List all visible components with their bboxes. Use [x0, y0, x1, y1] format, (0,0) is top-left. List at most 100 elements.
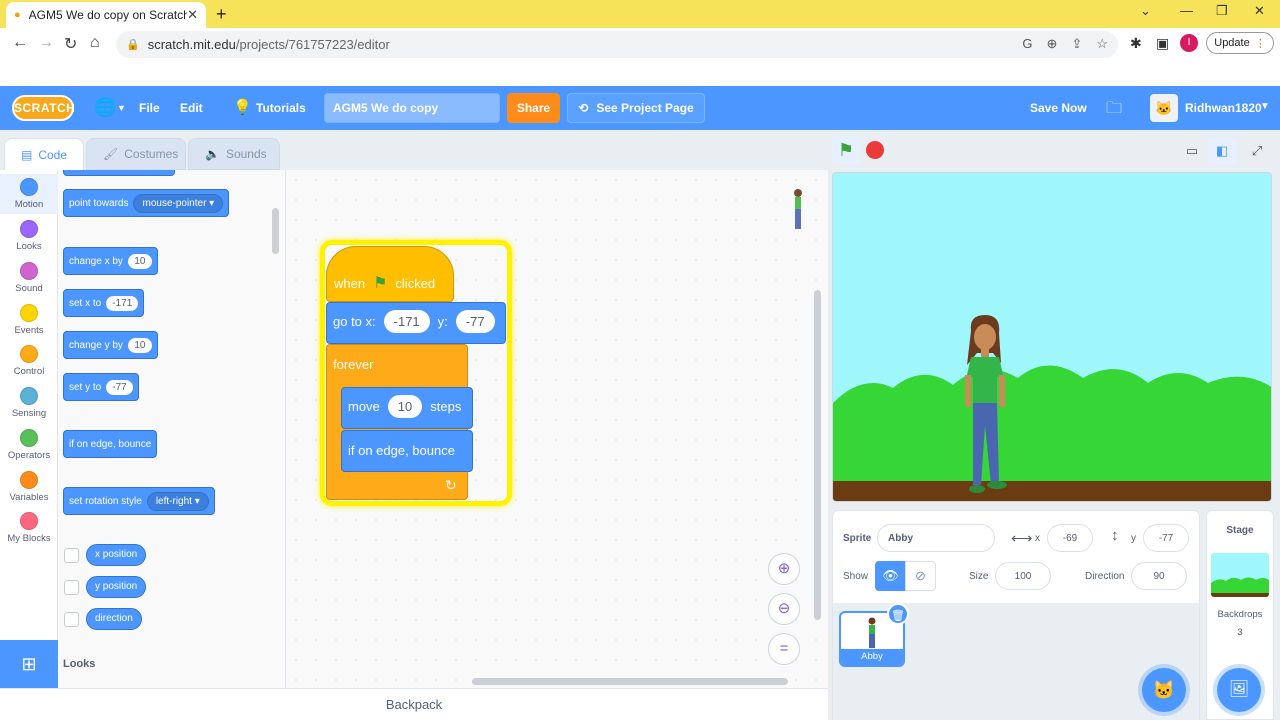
stage-thumbnail[interactable] — [1211, 553, 1269, 597]
stop-button[interactable] — [866, 141, 884, 159]
url-input[interactable]: 🔒 scratch.mit.edu/projects/761757223/edi… — [116, 31, 1118, 58]
category-events[interactable]: Events — [0, 304, 58, 336]
category-motion[interactable]: Motion — [0, 174, 58, 214]
edge-bounce-block[interactable]: if on edge, bounce — [63, 430, 158, 458]
tab-costumes[interactable]: 🖌 Costumes — [86, 138, 186, 170]
green-flag-button[interactable]: ⚑ — [832, 136, 860, 164]
rotation-style-dropdown[interactable]: left-right ▾ — [146, 491, 209, 511]
tab-sounds[interactable]: 🔈 Sounds — [188, 138, 280, 170]
if-on-edge-bounce-block[interactable]: if on edge, bounce — [341, 430, 473, 472]
rotation-style-block[interactable]: set rotation style left-right ▾ — [63, 487, 215, 515]
see-project-page-button[interactable]: ⟲ See Project Page — [567, 93, 705, 123]
change-y-block[interactable]: change y by 10 — [63, 331, 158, 359]
y-position-reporter[interactable]: y position — [86, 576, 147, 598]
username[interactable]: Ridhwan1820 — [1185, 101, 1262, 115]
go-to-xy-block[interactable]: go to x: -171 y: -77 — [326, 302, 506, 344]
x-position-reporter[interactable]: x position — [86, 544, 147, 566]
share-page-icon[interactable]: ⇪ — [1071, 36, 1082, 52]
goto-y-input[interactable]: -77 — [455, 310, 495, 333]
zoom-out-button[interactable]: ⊖ — [768, 593, 800, 625]
show-visible-icon[interactable]: 👁 — [875, 561, 906, 591]
sprite-size-input[interactable]: 100 — [995, 562, 1051, 590]
palette-block-partial[interactable] — [63, 170, 175, 176]
profile-avatar[interactable]: I — [1180, 34, 1198, 52]
zoom-reset-button[interactable]: = — [768, 633, 800, 665]
delete-sprite-icon[interactable]: 🗑 — [887, 603, 909, 625]
move-steps-input[interactable]: 10 — [387, 395, 423, 418]
back-icon[interactable]: ← — [12, 34, 28, 52]
sprite-x-input[interactable]: -69 — [1047, 524, 1093, 552]
point-towards-block[interactable]: point towards mouse-pointer ▾ — [63, 189, 230, 217]
palette-scrollbar[interactable] — [272, 208, 279, 254]
restore-icon[interactable]: ❐ — [1216, 3, 1228, 19]
small-stage-icon[interactable]: ▭ — [1178, 138, 1206, 164]
direction-reporter[interactable]: direction — [86, 608, 142, 630]
save-now-button[interactable]: Save Now — [1030, 101, 1087, 115]
stage-canvas[interactable] — [832, 172, 1272, 502]
add-backdrop-button[interactable]: 🖼 — [1217, 668, 1261, 712]
x-position-checkbox[interactable] — [64, 548, 79, 563]
set-x-input[interactable]: -171 — [106, 295, 139, 311]
category-my-blocks[interactable]: My Blocks — [0, 512, 58, 544]
change-y-input[interactable]: 10 — [127, 337, 152, 353]
close-window-icon[interactable]: ✕ — [1254, 3, 1265, 19]
forward-icon[interactable]: → — [38, 34, 54, 52]
category-sensing[interactable]: Sensing — [0, 387, 58, 419]
home-icon[interactable]: ⌂ — [90, 34, 100, 52]
browser-tab[interactable]: ● AGM5 We do copy on Scratch ✕ — [6, 2, 206, 28]
change-x-block[interactable]: change x by 10 — [63, 247, 158, 275]
minimize-icon[interactable]: — — [1180, 3, 1193, 18]
user-caret-icon[interactable]: ▼ — [1260, 101, 1270, 112]
update-button[interactable]: Update ⋮ — [1206, 32, 1274, 54]
sprite-name-input[interactable]: Abby — [877, 524, 995, 552]
user-avatar[interactable]: 🐱 — [1150, 94, 1178, 122]
direction-checkbox[interactable] — [64, 612, 79, 627]
script-vertical-scrollbar[interactable] — [814, 290, 821, 620]
sprite-direction-input[interactable]: 90 — [1131, 562, 1187, 590]
script-horizontal-scrollbar[interactable] — [472, 678, 788, 685]
move-steps-block[interactable]: move 10 steps — [341, 387, 473, 429]
new-tab-icon[interactable]: + — [216, 4, 227, 25]
side-panel-icon[interactable]: ▣ — [1156, 35, 1169, 52]
tab-search-icon[interactable]: ⌄ — [1140, 3, 1151, 19]
category-operators[interactable]: Operators — [0, 429, 58, 461]
category-sound[interactable]: Sound — [0, 262, 58, 294]
tutorials-button[interactable]: Tutorials — [256, 101, 306, 115]
set-y-input[interactable]: -77 — [106, 379, 133, 395]
tab-close-icon[interactable]: ✕ — [187, 7, 198, 23]
normal-stage-icon[interactable]: ◧ — [1208, 138, 1236, 164]
goto-x-input[interactable]: -171 — [383, 310, 430, 333]
forever-block[interactable]: forever move 10 steps if on edge, bounce… — [326, 344, 473, 500]
my-stuff-folder-icon[interactable]: 🗀 — [1106, 97, 1122, 124]
y-position-checkbox[interactable] — [64, 580, 79, 595]
zoom-icon[interactable]: ⊕ — [1047, 36, 1058, 52]
zoom-in-button[interactable]: ⊕ — [768, 553, 800, 585]
set-y-block[interactable]: set y to -77 — [63, 373, 139, 401]
tab-code[interactable]: ▤ Code — [4, 138, 84, 170]
category-control[interactable]: Control — [0, 345, 58, 377]
show-hidden-icon[interactable]: ⊘ — [905, 561, 936, 591]
google-icon[interactable]: G — [1022, 36, 1032, 52]
bookmark-star-icon[interactable]: ☆ — [1096, 36, 1108, 52]
language-globe-icon[interactable]: 🌐 — [94, 97, 116, 118]
abby-sprite[interactable] — [957, 313, 1021, 502]
add-sprite-button[interactable]: 🐱 — [1142, 668, 1186, 712]
script-area[interactable]: when ⚑ clicked go to x: -171 y: -77 fore… — [286, 170, 828, 688]
category-variables[interactable]: Variables — [0, 471, 58, 503]
scratch-logo[interactable]: SCRATCH — [12, 95, 75, 121]
file-menu[interactable]: File — [139, 101, 160, 115]
extensions-icon[interactable]: ✱ — [1130, 35, 1142, 52]
share-button[interactable]: Share — [507, 93, 560, 123]
set-x-block[interactable]: set x to -171 — [63, 289, 145, 317]
edit-menu[interactable]: Edit — [180, 101, 203, 115]
sprite-y-input[interactable]: -77 — [1143, 524, 1189, 552]
add-extension-button[interactable]: ⊞ — [0, 640, 58, 688]
reload-icon[interactable]: ↻ — [64, 34, 77, 54]
backpack-bar[interactable]: Backpack — [0, 688, 828, 720]
when-flag-clicked-block[interactable]: when ⚑ clicked — [326, 246, 454, 302]
fullscreen-icon[interactable]: ⤢ — [1243, 138, 1271, 164]
point-target-dropdown[interactable]: mouse-pointer ▾ — [133, 193, 224, 213]
change-x-input[interactable]: 10 — [127, 253, 152, 269]
project-title-input[interactable]: AGM5 We do copy — [324, 93, 500, 123]
category-looks[interactable]: Looks — [0, 220, 58, 252]
